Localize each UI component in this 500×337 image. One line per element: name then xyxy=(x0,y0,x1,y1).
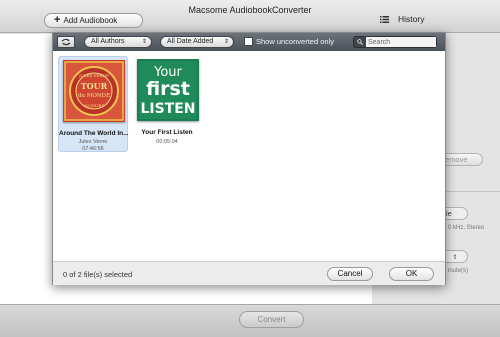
plus-icon: + xyxy=(54,14,61,26)
book-title: Around The World In... xyxy=(59,130,129,137)
app-window: Macsome AudiobookConverter + Add Audiobo… xyxy=(0,0,500,337)
book-item[interactable]: JULES VERNE TOUR du MONDE 80 JOURS Aroun… xyxy=(58,56,129,152)
search-box xyxy=(353,36,437,48)
dialog-footer: 0 of 2 file(s) selected Cancel OK xyxy=(53,261,445,285)
show-unconverted-label: Show unconverted only xyxy=(256,37,334,46)
date-filter-dropdown[interactable]: All Date Added ⇕ xyxy=(160,36,234,48)
sync-icon xyxy=(61,38,71,46)
add-audiobook-dialog: All Authors ⇕ All Date Added ⇕ Show unco… xyxy=(52,32,446,285)
book-cover: Your first LISTEN xyxy=(137,59,199,121)
search-icon xyxy=(357,39,363,45)
authors-filter-dropdown[interactable]: All Authors ⇕ xyxy=(84,36,152,48)
cover-line-4: 80 JOURS xyxy=(84,103,105,108)
add-audiobook-label: Add Audiobook xyxy=(63,16,118,25)
selection-status: 0 of 2 file(s) selected xyxy=(63,270,133,279)
chevron-updown-icon: ⇕ xyxy=(223,39,229,45)
book-duration: 07:46:56 xyxy=(82,146,104,152)
title-bar: Macsome AudiobookConverter + Add Audiobo… xyxy=(0,0,500,33)
add-audiobook-button[interactable]: + Add Audiobook xyxy=(44,13,143,28)
cover-line-2: first xyxy=(146,78,190,100)
history-button[interactable]: History xyxy=(380,14,424,24)
date-filter-value: All Date Added xyxy=(167,38,214,45)
cover-line-2: TOUR xyxy=(81,81,108,91)
show-unconverted-checkbox[interactable] xyxy=(244,37,253,46)
cover-line-3: LISTEN xyxy=(140,101,195,117)
split-info: inute(s) xyxy=(448,268,469,274)
ok-button[interactable]: OK xyxy=(389,267,434,281)
book-cover: JULES VERNE TOUR du MONDE 80 JOURS xyxy=(63,60,125,122)
history-label: History xyxy=(398,14,425,24)
cover-art-your-first-listen: Your first LISTEN xyxy=(137,59,199,121)
book-title: Your First Listen xyxy=(141,129,193,136)
cancel-button[interactable]: Cancel xyxy=(327,267,373,281)
authors-filter-value: All Authors xyxy=(91,38,125,45)
book-item[interactable]: Your first LISTEN Your First Listen 00:0… xyxy=(133,56,203,152)
cover-line-3: du MONDE xyxy=(78,93,110,99)
refresh-button[interactable] xyxy=(57,36,75,48)
convert-button[interactable]: Convert xyxy=(239,311,304,328)
audio-format-info: 0 kHz, Stereo xyxy=(448,225,485,231)
search-input[interactable] xyxy=(366,37,436,47)
list-icon xyxy=(380,15,389,23)
book-grid: JULES VERNE TOUR du MONDE 80 JOURS Aroun… xyxy=(53,51,445,261)
book-author: Jules Verne xyxy=(78,139,108,145)
chevron-updown-icon: ⇕ xyxy=(141,39,147,45)
cover-line-1: JULES VERNE xyxy=(78,73,109,78)
dialog-toolbar: All Authors ⇕ All Date Added ⇕ Show unco… xyxy=(53,33,445,51)
book-duration: 00:05:04 xyxy=(156,139,178,145)
cover-art-around-the-world: JULES VERNE TOUR du MONDE 80 JOURS xyxy=(63,60,125,122)
